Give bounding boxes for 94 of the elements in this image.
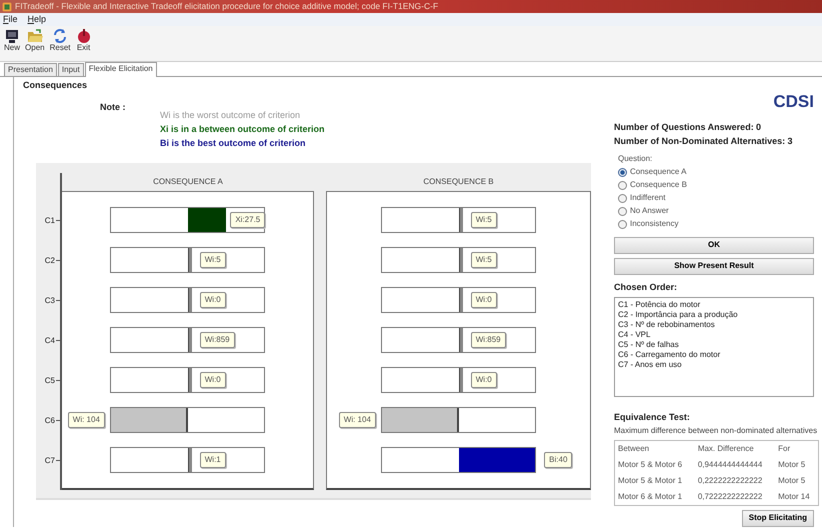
radio-button[interactable]: [618, 194, 627, 202]
refresh-icon: [52, 28, 68, 44]
toolbar-button[interactable]: Open: [24, 28, 46, 59]
menu-item[interactable]: Help: [28, 12, 46, 26]
column-header: Max. Difference: [694, 440, 776, 456]
tab[interactable]: Presentation: [4, 63, 57, 76]
table-cell-text: 0,2222222222222: [696, 474, 764, 486]
criterion-label: C1: [44, 214, 55, 227]
radio-button[interactable]: [618, 168, 627, 176]
center-marker: [458, 248, 462, 272]
criterion-label: C4: [44, 334, 55, 347]
stop-button[interactable]: Stop Elicitating: [742, 510, 814, 526]
action-button[interactable]: OK: [614, 236, 814, 254]
note-text: Bi is the best outcome of criterion: [160, 136, 307, 150]
column-header: For: [775, 440, 818, 456]
window-title: FITradeoff - Flexible and Interactive Tradeoff elicitation procedure for choice additive model; code FI-T1ENG-C-F: [15, 0, 438, 13]
tab[interactable]: Input: [58, 63, 84, 76]
logo: CDSI: [773, 92, 814, 111]
action-button[interactable]: Show Present Result: [614, 258, 814, 274]
list-item: C3 - Nº de rebobinamentos: [618, 320, 716, 330]
criterion-label: C7: [44, 454, 55, 467]
value-tag: Wi:0: [200, 372, 226, 388]
list-item: C7 - Anos em uso: [618, 360, 683, 370]
center-marker: [188, 248, 192, 272]
column-header: Between: [614, 440, 695, 456]
table-cell: Motor 6 & Motor 1: [614, 488, 695, 505]
app-icon: [2, 2, 12, 12]
stat-value: 3: [787, 134, 792, 148]
tab[interactable]: Flexible Elicitation: [84, 62, 157, 77]
table-cell-text: 0,9444444444444: [696, 458, 764, 470]
criterion-label: C6: [44, 414, 55, 427]
table-cell: Motor 5: [775, 456, 818, 472]
folder-icon: [26, 28, 43, 44]
note-text: Xi is in a between outcome of criterion: [160, 122, 325, 136]
value-tag: Wi:5: [470, 252, 497, 268]
toolbar-button[interactable]: New: [3, 28, 22, 59]
stat-label: Number of Questions Answered:: [614, 120, 754, 134]
value-tag: Wi: 104: [338, 412, 376, 428]
criterion-label: C5: [44, 374, 55, 387]
bar-fill: [188, 208, 226, 232]
stat-value: 0: [756, 120, 761, 134]
center-marker: [458, 208, 462, 232]
panel-title: CONSEQUENCE A: [153, 176, 223, 186]
section-heading: Equivalence Test:: [614, 411, 691, 424]
section-heading: Chosen Order:: [614, 280, 678, 294]
group-label: Question:: [618, 153, 654, 165]
radio-button[interactable]: [618, 180, 627, 190]
list-item: C4 - VPL: [618, 330, 652, 340]
table-cell: Motor 14: [775, 488, 818, 505]
table-cell: Motor 5 & Motor 1: [614, 472, 695, 488]
radio-label: Indifferent: [630, 192, 666, 204]
radio-label: Consequence B: [630, 179, 687, 191]
list-item: C1 - Potência do motor: [618, 300, 702, 310]
criterion-label: C3: [44, 294, 55, 307]
value-tag: Wi: 104: [68, 412, 105, 428]
radio-label: Inconsistency: [630, 218, 678, 230]
exit-icon: [76, 28, 92, 44]
toolbar-button[interactable]: Exit: [74, 28, 92, 59]
list-item: C5 - Nº de falhas: [618, 340, 680, 350]
value-tag: Wi:0: [200, 292, 226, 308]
note-label: Note :: [100, 100, 126, 114]
table-cell: Motor 5: [775, 472, 818, 488]
table-cell: Motor 5 & Motor 6: [614, 456, 695, 472]
value-tag: Wi:1: [200, 452, 226, 468]
center-marker: [188, 288, 192, 312]
value-tag: Wi:5: [470, 212, 497, 228]
value-tag: Wi:0: [470, 372, 497, 388]
panel-title: CONSEQUENCE B: [423, 176, 494, 186]
list-item: C6 - Carregamento do motor: [618, 350, 722, 360]
value-tag: Wi:5: [200, 252, 226, 268]
toolbar-button[interactable]: Reset: [48, 28, 72, 59]
center-marker: [188, 328, 192, 352]
stat-label: Number of Non-Dominated Alternatives:: [614, 134, 786, 148]
center-marker: [458, 368, 462, 392]
radio-button[interactable]: [618, 206, 627, 216]
value-tag: Wi:859: [200, 332, 235, 348]
center-marker: [458, 288, 462, 312]
radio-label: No Answer: [630, 205, 669, 217]
center-marker: [458, 328, 462, 352]
radio-button[interactable]: [618, 220, 627, 228]
table-cell: 0,7222222222222: [694, 488, 776, 505]
value-tag: Xi:27.5: [230, 212, 266, 228]
center-marker: [188, 448, 192, 472]
value-tag: Wi:0: [470, 292, 497, 308]
section-heading: Consequences: [22, 79, 88, 92]
note-text: Wi is the worst outcome of criterion: [160, 108, 302, 122]
criterion-label: C2: [44, 254, 55, 267]
center-marker: [188, 368, 192, 392]
radio-label: Consequence A: [630, 166, 686, 178]
value-tag: Wi:859: [470, 332, 506, 348]
list-item: C2 - Importância para a produção: [618, 310, 739, 320]
menu-item[interactable]: File: [3, 12, 18, 26]
computer-icon: [4, 28, 20, 44]
value-tag: Bi:40: [544, 452, 572, 468]
